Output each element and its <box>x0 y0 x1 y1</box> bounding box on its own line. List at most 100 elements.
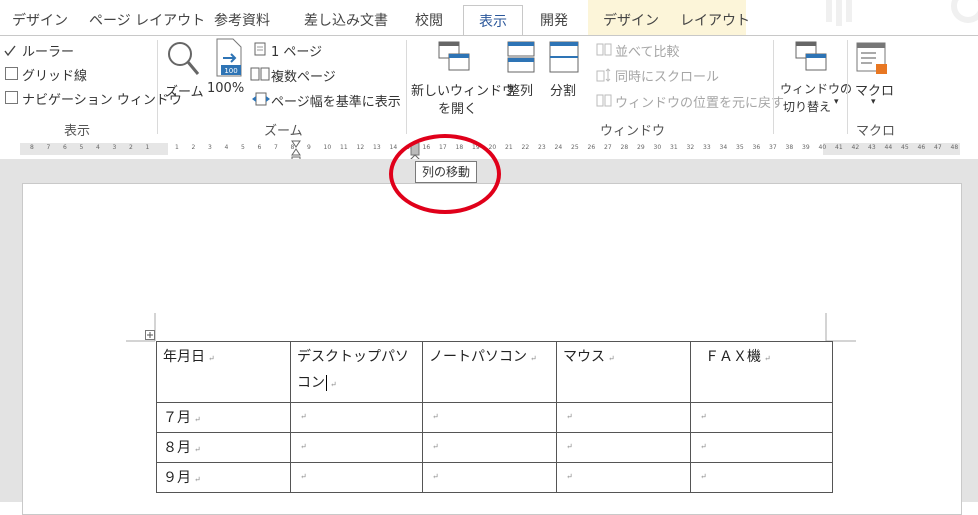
tab-table-design[interactable]: デザイン <box>603 10 659 30</box>
page-100-icon: 100 <box>216 38 242 77</box>
document-table[interactable]: 年月日 ↵ デスクトップパソコン ↵ ノートパソコン ↵ マウス ↵ ＦＡＸ機 ↵ ７月 ↵… <box>156 341 833 493</box>
ruler-number: 31 <box>670 144 678 151</box>
table-cell[interactable]: デスクトップパソコン ↵ <box>290 341 423 403</box>
switch-windows-label-1: ウィンドウの <box>780 82 853 96</box>
ruler-number: 47 <box>934 144 942 151</box>
table-cell[interactable]: ↵ <box>690 402 833 433</box>
ruler-number: 29 <box>637 144 645 151</box>
ruler-number: 7 <box>274 144 278 151</box>
tab-review[interactable]: 校閲 <box>415 10 443 30</box>
split-label: 分割 <box>550 84 577 99</box>
chevron-down-icon: ▾ <box>871 97 876 107</box>
arrange-all-button[interactable] <box>507 40 535 78</box>
ruler-number: 41 <box>835 144 843 151</box>
ruler-checkbox[interactable] <box>4 42 16 57</box>
tab-mailings[interactable]: 差し込み文書 <box>304 10 388 30</box>
gridlines-checkbox[interactable] <box>5 67 18 80</box>
ruler-number: 1 <box>145 144 150 151</box>
table-cell[interactable]: ↵ <box>690 462 833 493</box>
zoom-label: ズーム <box>165 85 204 100</box>
reset-window-position-button[interactable]: ウィンドウの位置を元に戻す <box>615 92 784 111</box>
table-cell[interactable]: ↵ <box>422 462 557 493</box>
table-row: ９月 ↵ ↵ ↵ ↵ ↵ <box>156 462 833 493</box>
table-cell[interactable]: ↵ <box>556 402 691 433</box>
chevron-down-icon: ▾ <box>834 97 839 107</box>
ruler-number: 22 <box>521 144 530 151</box>
group-divider <box>406 40 407 134</box>
ribbon: ルーラー グリッド線 ナビゲーション ウィンドウ 表示 ズーム 100 100%… <box>0 35 978 140</box>
table-cell[interactable]: マウス ↵ <box>556 341 691 403</box>
one-page-button[interactable]: 1 ページ <box>271 41 322 60</box>
cell-text: 年月日 <box>163 349 205 365</box>
ruler-number: 8 <box>30 144 34 151</box>
table-cell[interactable]: ↵ <box>690 432 833 463</box>
table-cell[interactable]: ７月 ↵ <box>156 402 291 433</box>
ruler-number: 44 <box>884 144 893 151</box>
tab-references[interactable]: 参考資料 <box>214 10 270 30</box>
zoom-button[interactable] <box>166 40 200 82</box>
switch-windows-button[interactable] <box>794 40 828 78</box>
tab-view[interactable]: 表示 <box>463 5 523 37</box>
table-cell[interactable]: ＦＡＸ機 ↵ <box>690 341 833 403</box>
table-cell[interactable]: ↵ <box>290 402 423 433</box>
tab-page-layout[interactable]: ページ レイアウト <box>89 10 205 30</box>
cell-marker: ↵ <box>194 445 201 454</box>
table-cell[interactable]: ８月 ↵ <box>156 432 291 463</box>
cell-marker: ↵ <box>300 442 307 451</box>
cell-marker: ↵ <box>432 472 439 481</box>
ruler-number: 11 <box>340 144 348 151</box>
new-window-icon <box>438 41 470 71</box>
view-side-by-side-button[interactable]: 並べて比較 <box>615 41 679 60</box>
arrange-all-label: 整列 <box>507 84 534 99</box>
ruler-number: 48 <box>950 144 959 151</box>
magnifier-icon <box>168 42 200 75</box>
tab-design[interactable]: デザイン <box>12 10 68 30</box>
table-cell[interactable]: ↵ <box>556 462 691 493</box>
table-cell[interactable]: ↵ <box>422 402 557 433</box>
navigation-pane-checkbox[interactable] <box>5 91 18 104</box>
split-button[interactable] <box>549 40 579 78</box>
cell-marker: ↵ <box>566 442 573 451</box>
switch-windows-label-2: 切り替え <box>783 100 832 114</box>
macros-button[interactable] <box>856 42 890 80</box>
table-cell[interactable]: 年月日 ↵ <box>156 341 291 403</box>
table-row: ７月 ↵ ↵ ↵ ↵ ↵ <box>156 402 833 433</box>
tab-developer[interactable]: 開発 <box>540 10 568 30</box>
table-cell[interactable]: ↵ <box>290 432 423 463</box>
group-divider <box>773 40 774 134</box>
cell-marker: ↵ <box>208 354 215 363</box>
table-cell[interactable]: ↵ <box>556 432 691 463</box>
cell-marker: ↵ <box>300 472 307 481</box>
cell-text: ９月 <box>163 470 191 486</box>
margin-marks <box>126 313 856 342</box>
group-label-show: 表示 <box>64 124 91 139</box>
ruler-number: 2 <box>129 144 133 151</box>
page-width-button[interactable]: ページ幅を基準に表示 <box>271 91 401 110</box>
hundred-percent-button[interactable]: 100 <box>213 38 245 82</box>
cell-text: ＦＡＸ機 <box>705 349 761 365</box>
ruler-number: 42 <box>851 144 860 151</box>
cell-marker: ↵ <box>700 442 707 451</box>
table-move-handle-icon[interactable] <box>145 330 155 340</box>
ruler-number: 43 <box>868 144 876 151</box>
multiple-pages-button[interactable]: 複数ページ <box>271 66 336 85</box>
ruler-number: 10 <box>323 144 332 151</box>
new-window-button[interactable] <box>437 40 471 78</box>
hundred-percent-label: 100% <box>207 81 245 96</box>
ruler-number: 27 <box>604 144 612 151</box>
side-by-side-icon <box>596 43 612 56</box>
ruler-number: 3 <box>208 144 212 151</box>
new-window-label-2: を開く <box>438 102 478 117</box>
ruler-number: 38 <box>785 144 794 151</box>
table-cell[interactable]: ノートパソコン ↵ <box>422 341 557 403</box>
ruler-number: 5 <box>79 144 84 151</box>
table-cell[interactable]: ↵ <box>290 462 423 493</box>
table-cell[interactable]: ９月 ↵ <box>156 462 291 493</box>
synchronous-scroll-button[interactable]: 同時にスクロール <box>615 66 719 85</box>
table-cell[interactable]: ↵ <box>422 432 557 463</box>
ruler-number: 2 <box>191 144 196 151</box>
ruler-number: 7 <box>46 144 51 151</box>
tab-table-layout[interactable]: レイアウト <box>680 10 750 30</box>
macro-icon <box>856 42 887 74</box>
reset-window-position-icon <box>596 94 612 107</box>
